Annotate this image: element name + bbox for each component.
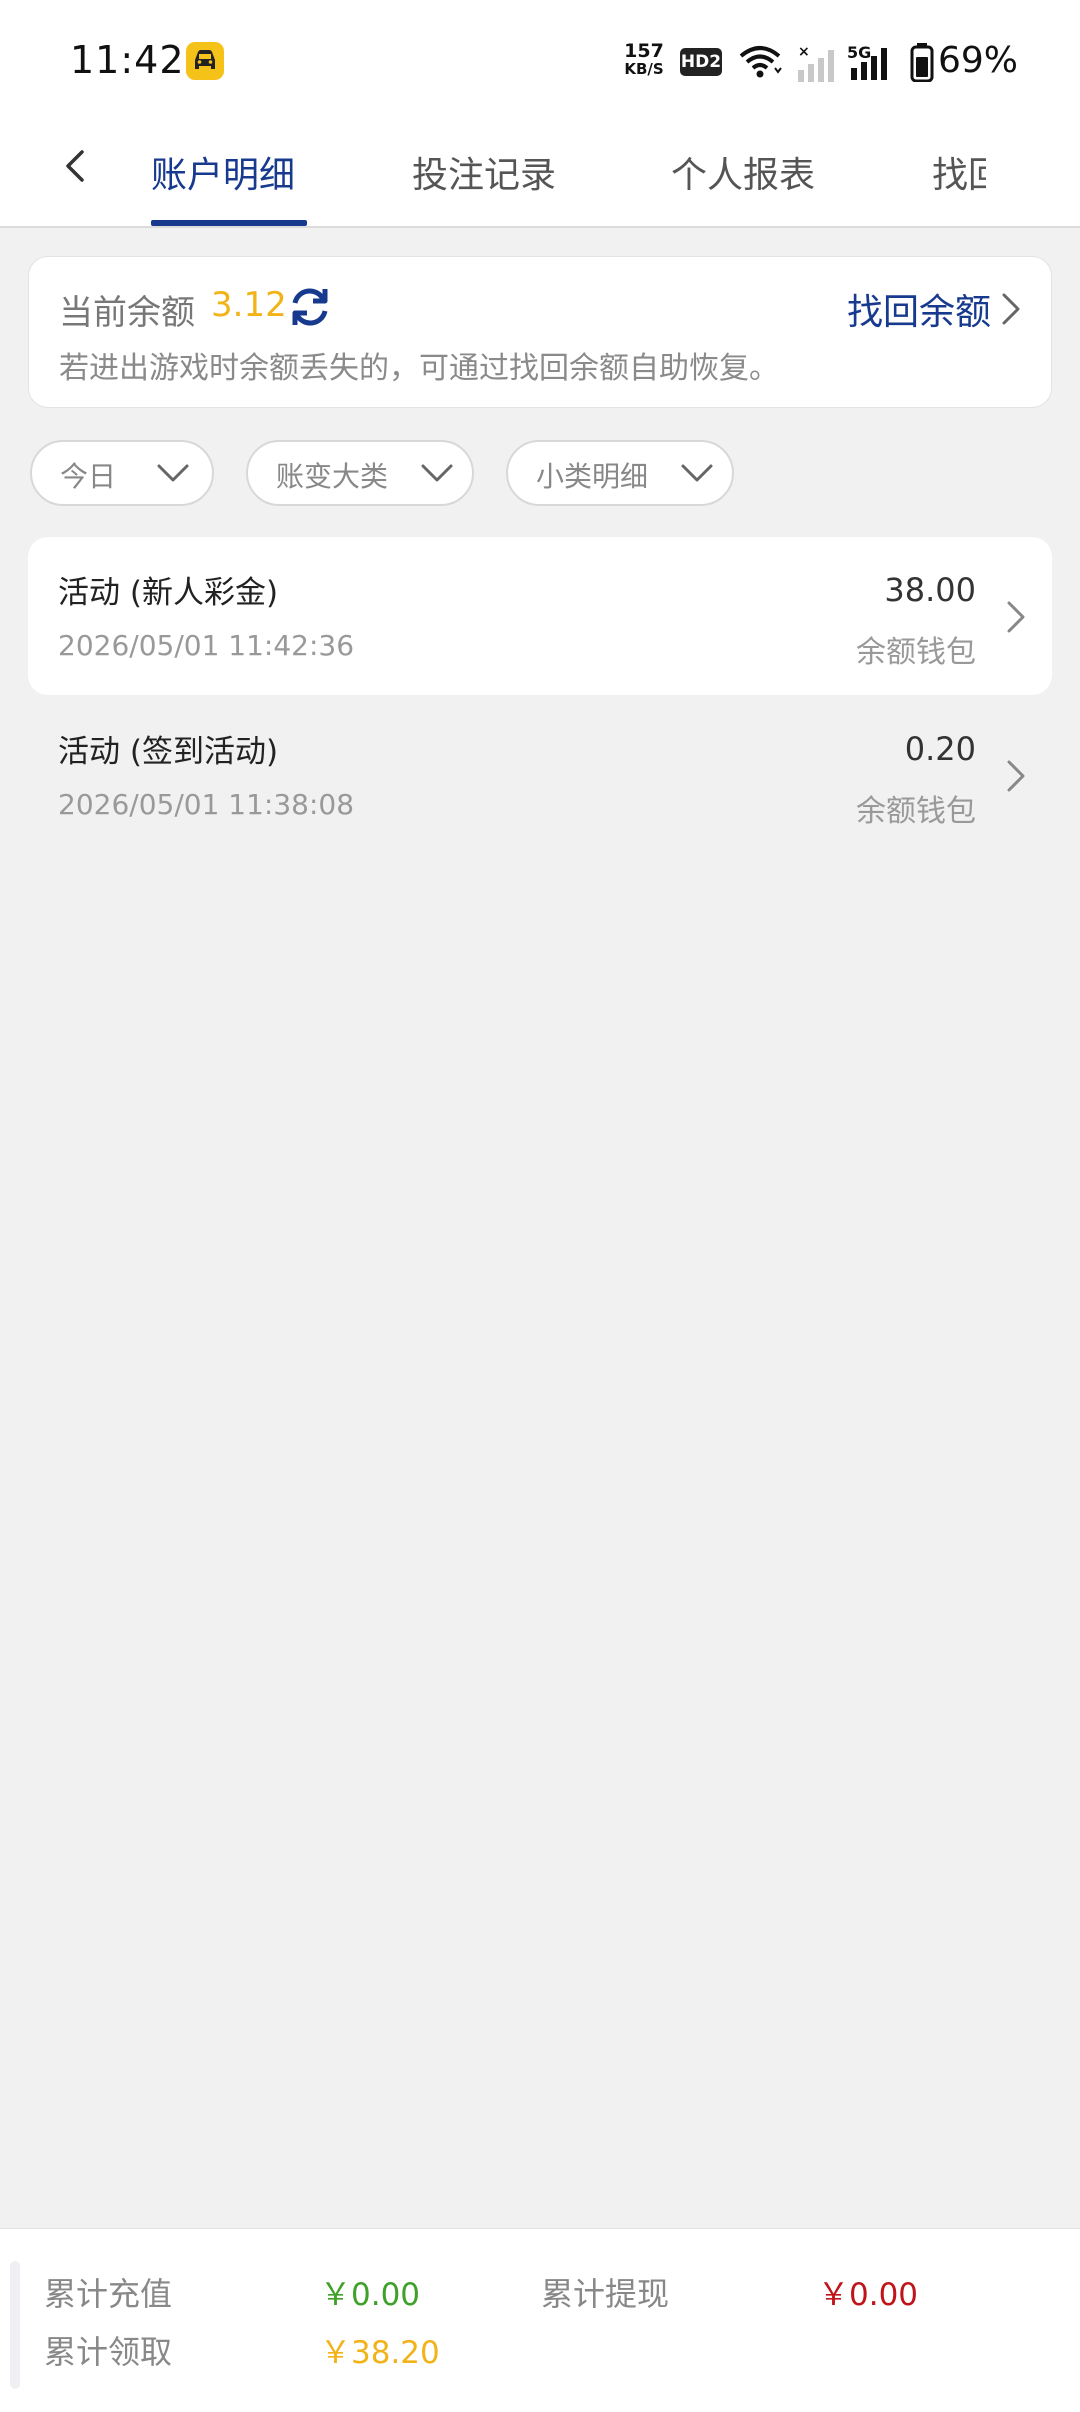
record-time: 2026/05/01 11:42:36: [58, 629, 355, 662]
record-time: 2026/05/01 11:38:08: [58, 788, 355, 821]
net-speed-unit: KB/S: [624, 60, 664, 78]
tab-recover-clip: 找回: [932, 146, 986, 196]
record-wallet: 余额钱包: [856, 794, 976, 829]
balance-hint: 若进出游戏时余额丢失的，可通过找回余额自助恢复。: [59, 351, 779, 386]
filter-date-label: 今日: [60, 460, 117, 493]
chevron-down-icon: [157, 464, 189, 482]
record-title: 活动 (签到活动): [58, 734, 279, 770]
balance-card: 当前余额 3.12 找回余额 若进出游戏时余额丢失的，可通过找回余额自助恢复。: [28, 256, 1052, 408]
hd-badge: HD2: [680, 48, 722, 76]
chevron-down-icon: [681, 464, 713, 482]
signal-5g-label: 5G: [847, 43, 871, 62]
claimed-total-label: 累计领取: [44, 2333, 173, 2371]
filter-sub-category-label: 小类明细: [536, 460, 649, 493]
refresh-icon[interactable]: [287, 285, 333, 329]
filter-sub-category[interactable]: 小类明细: [506, 440, 734, 506]
chevron-down-icon: [421, 464, 453, 482]
svg-text:×: ×: [798, 44, 810, 60]
record-title: 活动 (新人彩金): [58, 575, 279, 611]
filter-date[interactable]: 今日: [30, 440, 214, 506]
withdraw-total-value: ￥0.00: [818, 2277, 919, 2313]
active-tab-indicator: [151, 220, 307, 226]
list-item[interactable]: 活动 (签到活动) 2026/05/01 11:38:08 0.20 余额钱包: [28, 696, 1052, 854]
back-arrow-icon[interactable]: [56, 146, 96, 186]
tab-account-details[interactable]: 账户明细: [151, 146, 295, 198]
summary-bar: 累计充值 ￥0.00 累计提现 ￥0.00 累计领取 ￥38.20: [0, 2228, 1080, 2412]
claimed-total-value: ￥38.20: [320, 2335, 440, 2371]
tab-bet-records[interactable]: 投注记录: [412, 146, 556, 198]
record-amount: 0.20: [904, 730, 976, 768]
battery-percent: 69%: [938, 40, 1019, 81]
record-amount: 38.00: [884, 571, 976, 609]
tab-bar: 账户明细 投注记录 个人报表 找回: [0, 120, 1080, 228]
record-wallet: 余额钱包: [856, 635, 976, 670]
withdraw-total-label: 累计提现: [541, 2275, 670, 2313]
chevron-right-icon[interactable]: [999, 291, 1023, 327]
recover-balance-link[interactable]: 找回余额: [847, 283, 991, 335]
filter-major-category-label: 账变大类: [276, 460, 389, 493]
car-icon: [186, 42, 224, 80]
signal-5g-icon: 5G: [847, 43, 887, 80]
chevron-right-icon: [1007, 760, 1025, 792]
balance-value: 3.12: [211, 285, 287, 325]
wifi-icon: [739, 46, 782, 78]
tab-personal-report[interactable]: 个人报表: [671, 146, 815, 198]
balance-label: 当前余额: [59, 293, 195, 333]
account-details-page: 11:42 157 KB/S HD2 × 5G 69% 账户明细 投注记录 个人…: [0, 0, 1080, 2412]
battery-icon: [910, 43, 934, 82]
recharge-total-value: ￥0.00: [320, 2277, 421, 2313]
signal-weak-icon: ×: [798, 44, 834, 82]
chevron-right-icon: [1007, 601, 1025, 633]
status-indicators: 157 KB/S HD2 × 5G 69%: [620, 0, 1080, 120]
tab-recover[interactable]: 找回: [932, 146, 986, 196]
net-speed: 157 KB/S: [620, 40, 668, 79]
filter-major-category[interactable]: 账变大类: [246, 440, 474, 506]
status-bar: 11:42 157 KB/S HD2 × 5G 69%: [0, 0, 1080, 120]
status-time: 11:42: [70, 38, 185, 82]
recharge-total-label: 累计充值: [44, 2275, 173, 2313]
net-speed-value: 157: [624, 40, 664, 62]
summary-handle: [10, 2261, 20, 2389]
list-item[interactable]: 活动 (新人彩金) 2026/05/01 11:42:36 38.00 余额钱包: [28, 537, 1052, 695]
